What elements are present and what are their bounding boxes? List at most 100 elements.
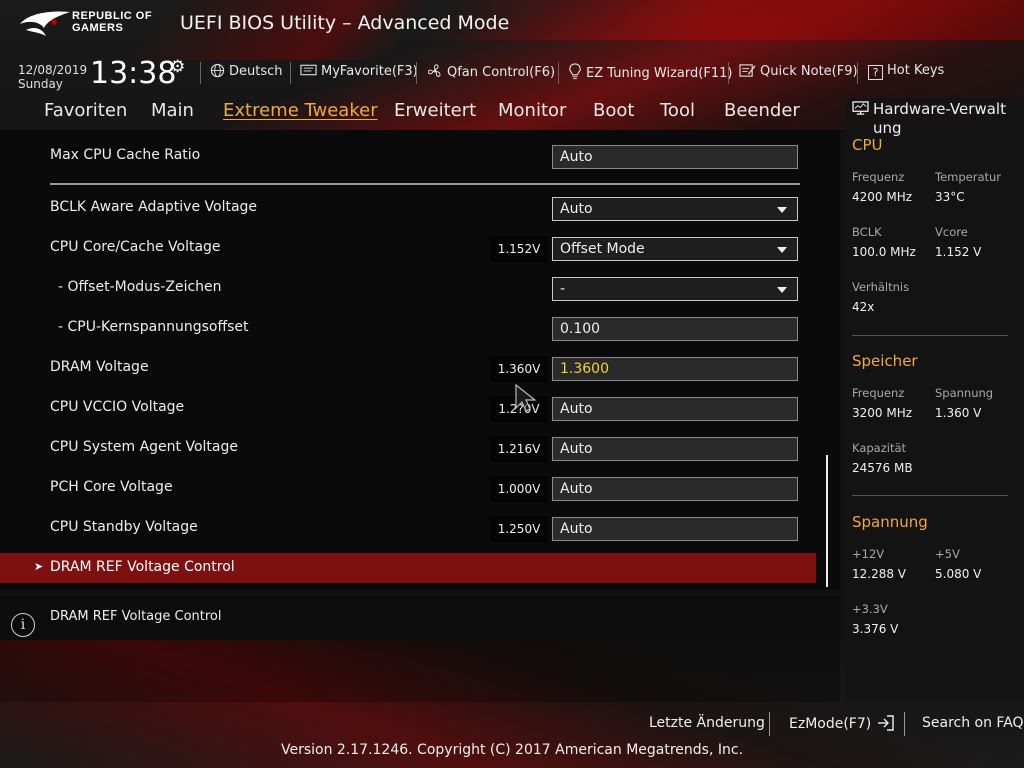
gear-icon[interactable]: ⚙ [170, 57, 185, 77]
cpu-core-cache-voltage-dropdown[interactable]: Offset Mode [552, 237, 798, 261]
scrollbar[interactable] [826, 455, 828, 587]
mem-volt-value: 1.360 V [935, 406, 982, 420]
field-value: Auto [560, 201, 593, 217]
hardware-panel-title: Hardware-Verwaltung [873, 100, 1006, 137]
separator [558, 62, 559, 84]
tab-monitor[interactable]: Monitor [498, 100, 566, 121]
copyright-text: Version 2.17.1246. Copyright (C) 2017 Am… [280, 742, 744, 758]
lightbulb-icon [569, 63, 581, 80]
rog-logo-icon [20, 11, 70, 36]
chevron-down-icon [777, 247, 787, 253]
field-value: Auto [560, 521, 593, 537]
qfan-label: Qfan Control(F6) [447, 65, 556, 80]
field-value: Auto [560, 441, 593, 457]
cpu-section-title: CPU [852, 136, 883, 154]
setting-label: Max CPU Cache Ratio [50, 147, 201, 163]
cpu-temp-label: Temperatur [935, 170, 1002, 184]
v12-label: +12V [852, 547, 885, 561]
globe-icon [210, 63, 225, 78]
cpu-standby-voltage-input[interactable]: Auto [552, 517, 798, 541]
mem-cap-label: Kapazität [852, 441, 907, 455]
v12-value: 12.288 V [852, 567, 907, 581]
divider [50, 183, 800, 185]
dram-voltage-input[interactable]: 1.3600 [552, 357, 798, 381]
setting-label: PCH Core Voltage [50, 479, 173, 495]
bclk-aware-adaptive-voltage-dropdown[interactable]: Auto [552, 197, 798, 221]
tab-beender[interactable]: Beender [724, 100, 800, 121]
favorite-icon [300, 64, 317, 76]
chevron-right-icon: ➤ [34, 560, 44, 573]
setting-label: CPU VCCIO Voltage [50, 399, 185, 415]
myfavorite-button[interactable]: MyFavorite(F3) [300, 63, 418, 79]
voltage-readout: 1.216V [490, 436, 548, 462]
logo-line-1: REPUBLIC OF [72, 10, 153, 22]
v33-value: 3.376 V [852, 622, 899, 636]
cpu-vccio-voltage-input[interactable]: Auto [552, 397, 798, 421]
voltage-readout: 1.000V [490, 476, 548, 502]
voltage-readout: 1.360V [490, 356, 548, 382]
help-text: DRAM REF Voltage Control [50, 609, 222, 624]
clock: 13:38 [90, 56, 177, 91]
divider [852, 495, 1008, 496]
field-value: Offset Mode [560, 241, 645, 257]
mem-volt-label: Spannung [935, 386, 994, 400]
separator [904, 712, 905, 736]
setting-label: DRAM Voltage [50, 359, 149, 375]
ezmode-label: EzMode(F7) [789, 716, 872, 732]
field-value: Auto [560, 401, 593, 417]
max-cpu-cache-ratio-input[interactable]: Auto [552, 145, 798, 169]
separator [290, 62, 291, 84]
ez-tuning-label: EZ Tuning Wizard(F11) [586, 66, 733, 81]
qfan-button[interactable]: Qfan Control(F6) [427, 63, 555, 80]
vcore-value: 1.152 V [935, 245, 982, 259]
cpu-system-agent-voltage-input[interactable]: Auto [552, 437, 798, 461]
voltage-readout: 1.152V [490, 236, 548, 262]
bclk-value: 100.0 MHz [852, 245, 916, 259]
pch-core-voltage-input[interactable]: Auto [552, 477, 798, 501]
setting-label: CPU Core/Cache Voltage [50, 239, 221, 255]
separator [769, 712, 770, 736]
mouse-cursor-icon [515, 384, 537, 412]
logo-text: REPUBLIC OF GAMERS [72, 10, 152, 34]
ratio-value: 42x [852, 300, 875, 314]
cpu-freq-value: 4200 MHz [852, 190, 913, 204]
cpu-freq-label: Frequenz [852, 170, 905, 184]
last-change-button[interactable]: Letzte Änderung [649, 715, 765, 731]
setting-label: - Offset-Modus-Zeichen [58, 279, 222, 295]
quick-note-label: Quick Note(F9) [760, 64, 858, 79]
tab-boot[interactable]: Boot [593, 100, 634, 121]
hot-keys-button[interactable]: ? Hot Keys [868, 63, 944, 80]
tab-extreme-tweaker[interactable]: Extreme Tweaker [223, 100, 378, 121]
chevron-down-icon [777, 207, 787, 213]
separator [416, 62, 417, 84]
help-icon: ? [868, 65, 883, 80]
language-label: Deutsch [229, 64, 283, 79]
submenu-label: DRAM REF Voltage Control [50, 559, 235, 575]
tab-erweitert[interactable]: Erweitert [394, 100, 476, 121]
exit-icon [877, 715, 894, 731]
bclk-label: BCLK [852, 225, 882, 239]
ezmode-button[interactable]: EzMode(F7) [789, 715, 895, 732]
date-display: 12/08/2019 Sunday [18, 63, 87, 91]
info-icon: i [11, 613, 35, 637]
logo-line-2: GAMERS [72, 22, 124, 34]
ez-tuning-button[interactable]: EZ Tuning Wizard(F11) [568, 63, 732, 81]
mem-cap-value: 24576 MB [852, 461, 913, 475]
fan-icon [427, 64, 441, 78]
v5-label: +5V [935, 547, 960, 561]
quick-note-button[interactable]: Quick Note(F9) [739, 63, 858, 79]
note-icon [739, 64, 756, 77]
setting-label: - CPU-Kernspannungsoffset [58, 319, 249, 335]
memory-section-title: Speicher [852, 352, 918, 370]
myfavorite-label: MyFavorite(F3) [321, 64, 418, 79]
cpu-core-voltage-offset-input[interactable]: 0.100 [552, 317, 798, 341]
tab-main[interactable]: Main [151, 100, 194, 121]
language-button[interactable]: Deutsch [210, 63, 283, 79]
tab-tool[interactable]: Tool [660, 100, 695, 121]
field-value: 0.100 [560, 321, 601, 337]
ratio-label: Verhältnis [852, 280, 910, 294]
tab-favoriten[interactable]: Favoriten [44, 100, 127, 121]
offset-mode-sign-dropdown[interactable]: - [552, 277, 798, 301]
voltage-section-title: Spannung [852, 513, 928, 531]
search-faq-button[interactable]: Search on FAQ [922, 715, 1024, 731]
